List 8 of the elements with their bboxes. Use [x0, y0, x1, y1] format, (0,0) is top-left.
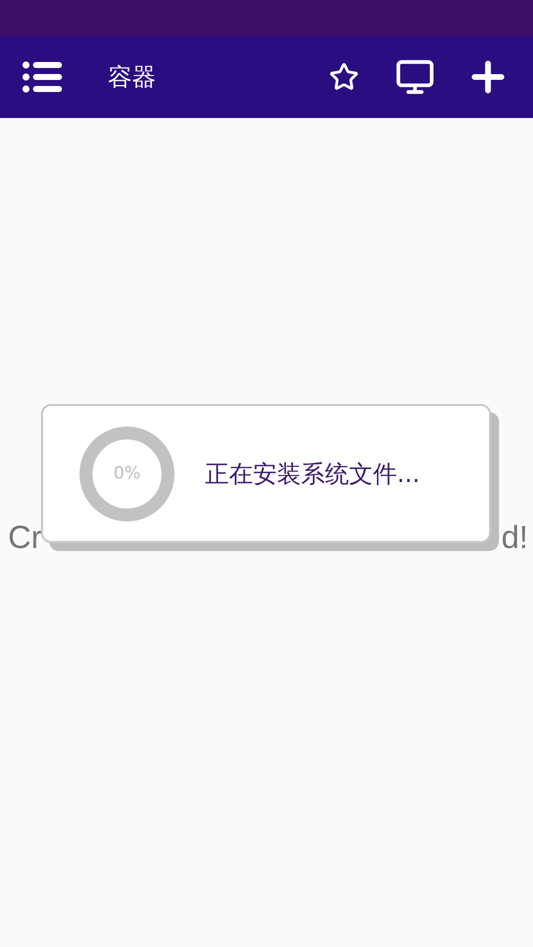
- progress-reading: 0%: [114, 465, 140, 482]
- dialog-message: 正在安装系统文件...: [205, 458, 420, 490]
- empty-message: d!: [501, 518, 528, 557]
- empty-message: Cr: [8, 518, 42, 557]
- app-title: 容器: [108, 62, 156, 93]
- monitor-icon[interactable]: [395, 57, 435, 97]
- star-icon[interactable]: [329, 62, 359, 92]
- menu-icon[interactable]: [22, 61, 62, 93]
